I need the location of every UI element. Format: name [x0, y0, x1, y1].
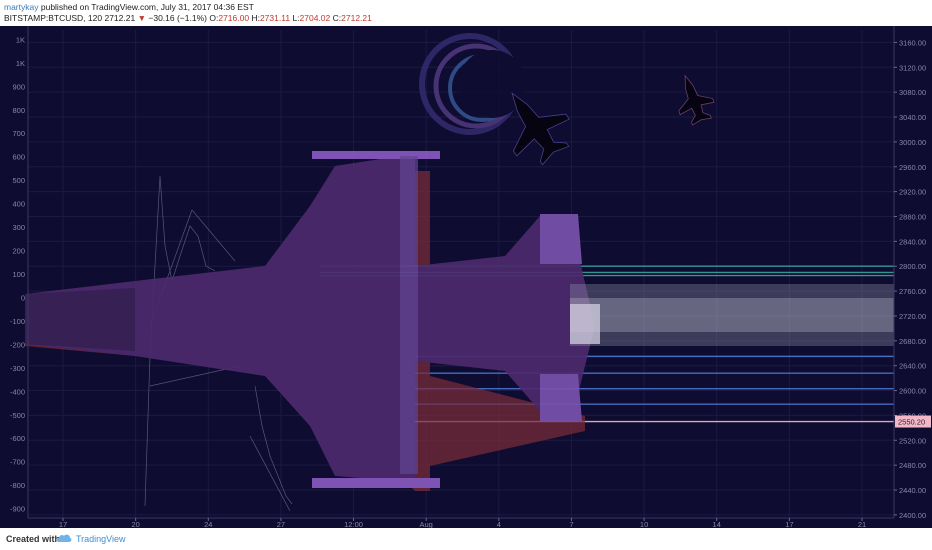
left-tick-label: 100 [12, 270, 25, 279]
left-tick-label: -300 [10, 364, 25, 373]
right-tick-label: 2400.00 [899, 511, 926, 520]
time-tick-label: 27 [277, 520, 285, 528]
right-tick-label: 2880.00 [899, 212, 926, 221]
last-price: 2712.21 [104, 13, 136, 23]
time-tick-label: 10 [640, 520, 648, 528]
right-tick-label: 2640.00 [899, 362, 926, 371]
time-tick-label: Aug [420, 520, 433, 528]
right-tick-label: 3000.00 [899, 138, 926, 147]
left-tick-label: 300 [12, 223, 25, 232]
open-value: 2716.00 [218, 13, 250, 23]
low-value: 2704.02 [299, 13, 331, 23]
tiny-jet-icon [678, 74, 715, 126]
symbol-info: BITSTAMP:BTCUSD, 120 2712.21 ▼ −30.16 (−… [4, 13, 372, 23]
chart-screenshot: martykay published on TradingView.com, J… [0, 0, 932, 550]
right-tick-label: 2680.00 [899, 337, 926, 346]
left-tick-label: -500 [10, 411, 25, 420]
left-tick-label: 400 [12, 200, 25, 209]
right-tick-label: 3040.00 [899, 113, 926, 122]
crescent-art [419, 33, 526, 135]
left-tick-label: 1K [16, 35, 25, 44]
right-tick-label: 3080.00 [899, 88, 926, 97]
left-tick-label: -400 [10, 387, 25, 396]
right-tick-label: 2720.00 [899, 312, 926, 321]
tradingview-cloud-icon [56, 534, 72, 542]
publish-info: martykay published on TradingView.com, J… [4, 2, 254, 12]
right-tick-label: 2760.00 [899, 287, 926, 296]
time-tick-label: 14 [713, 520, 721, 528]
right-tick-label: 2600.00 [899, 387, 926, 396]
open-label: O: [209, 13, 219, 23]
left-tick-label: -200 [10, 340, 25, 349]
left-tick-label: 800 [12, 106, 25, 115]
price-change: −30.16 (−1.1%) [148, 13, 207, 23]
right-tick-label: 2520.00 [899, 436, 926, 445]
created-with-label: Created with [6, 534, 61, 544]
right-tick-label: 2920.00 [899, 188, 926, 197]
left-tick-label: -800 [10, 481, 25, 490]
high-value: 2731.11 [259, 13, 291, 23]
right-price-axis[interactable]: 3160.00 3120.00 3080.00 3040.00 3000.00 2960.… [893, 26, 932, 528]
right-tick-label: 2800.00 [899, 262, 926, 271]
right-tick-label: 2960.00 [899, 163, 926, 172]
time-tick-label: 4 [497, 520, 501, 528]
right-tick-label: 2480.00 [899, 461, 926, 470]
right-tick-label: 2440.00 [899, 486, 926, 495]
chart-area[interactable]: 3160.00 3120.00 3080.00 3040.00 3000.00 2960.… [0, 26, 932, 528]
close-value: 2712.21 [341, 13, 372, 23]
left-tick-label: -600 [10, 434, 25, 443]
time-tick-label: 21 [858, 520, 866, 528]
time-tick-label: 12:00 [344, 520, 363, 528]
published-text: published on TradingView.com, July 31, 2… [40, 2, 254, 12]
low-label: L: [292, 13, 300, 23]
left-tick-label: -900 [10, 505, 25, 514]
right-tick-label: 3160.00 [899, 38, 926, 47]
left-tick-label: -700 [10, 458, 25, 467]
time-tick-label: 24 [204, 520, 212, 528]
right-tick-label: 2840.00 [899, 237, 926, 246]
footer-bar: Created with TradingView [0, 528, 932, 550]
left-tick-label: 600 [12, 153, 25, 162]
header-bar: martykay published on TradingView.com, J… [0, 0, 932, 26]
author-link[interactable]: martykay [4, 2, 38, 12]
price-tag-label: 2550.20 [898, 418, 925, 427]
right-tick-label: 3120.00 [899, 63, 926, 72]
time-tick-label: 7 [569, 520, 573, 528]
high-label: H: [251, 13, 260, 23]
left-tick-label: -100 [10, 317, 25, 326]
left-value-axis[interactable]: 1K 1K 900 800 700 600 500 400 300 200 100 0 -100 -200… [10, 26, 29, 518]
close-label: C: [332, 13, 342, 23]
time-axis[interactable]: 17 20 24 27 12:00 Aug 4 7 10 14 17 21 [28, 517, 894, 528]
left-tick-label: 700 [12, 129, 25, 138]
right-axis-bg [894, 26, 932, 528]
down-arrow-icon: ▼ [137, 13, 146, 23]
tradingview-link[interactable]: TradingView [76, 534, 126, 544]
time-tick-label: 17 [59, 520, 67, 528]
time-tick-label: 20 [131, 520, 139, 528]
left-tick-label: 0 [21, 293, 25, 302]
price-tag-layer: 2550.20 [895, 415, 931, 428]
symbol-label: BITSTAMP:BTCUSD, 120 [4, 13, 103, 23]
left-tick-label: 500 [12, 176, 25, 185]
left-tick-label: 1K [16, 59, 25, 68]
left-tick-label: 200 [12, 247, 25, 256]
time-tick-label: 17 [785, 520, 793, 528]
left-tick-label: 900 [12, 82, 25, 91]
chart-svg[interactable]: 3160.00 3120.00 3080.00 3040.00 3000.00 2960.… [0, 26, 932, 528]
